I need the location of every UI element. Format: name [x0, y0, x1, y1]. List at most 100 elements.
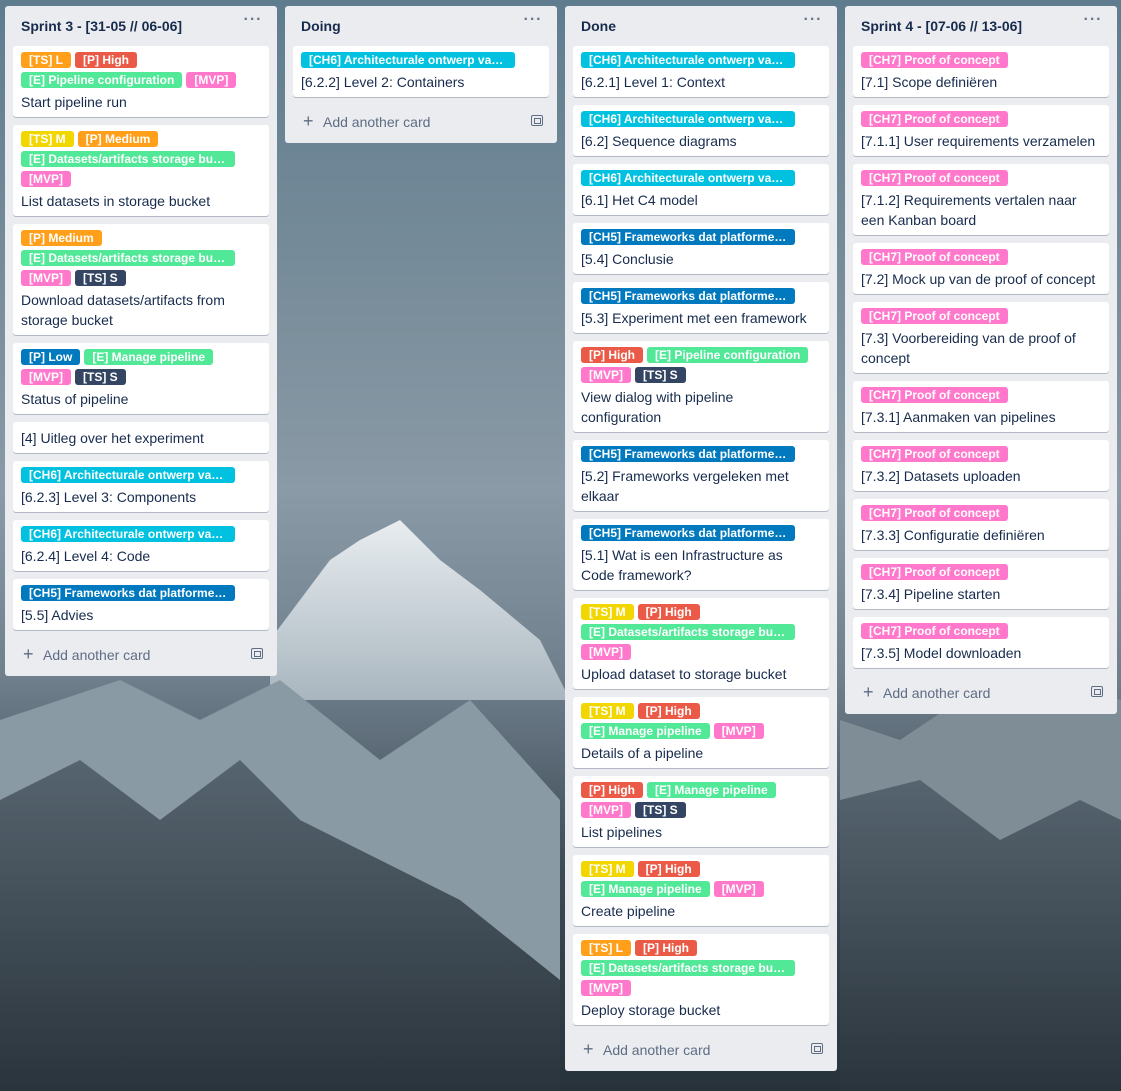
card-label[interactable]: [CH7] Proof of concept	[861, 446, 1008, 462]
card-label[interactable]: [P] High	[635, 940, 697, 956]
card[interactable]: [TS] M [P] High [E] Datasets/artifacts sto…	[573, 598, 829, 689]
card-template-icon[interactable]	[251, 648, 263, 659]
list-header[interactable]: Doing ···	[293, 6, 549, 46]
card-label[interactable]: [TS] S	[75, 270, 126, 286]
card-label[interactable]: [TS] M	[581, 703, 634, 719]
card-label[interactable]: [CH5] Frameworks dat platformen onderste…	[581, 446, 795, 462]
card-label[interactable]: [TS] M	[581, 604, 634, 620]
card-label[interactable]: [TS] S	[635, 367, 686, 383]
card-label[interactable]: [CH6] Architecturale ontwerp van het pla…	[581, 52, 795, 68]
card[interactable]: [CH6] Architecturale ontwerp van het pla…	[573, 46, 829, 97]
card-label[interactable]: [MVP]	[21, 171, 71, 187]
card-label[interactable]: [E] Datasets/artifacts storage bucket	[21, 250, 235, 266]
card[interactable]: [4] Uitleg over het experiment	[13, 422, 269, 453]
card[interactable]: [P] Medium [E] Datasets/artifacts storage…	[13, 224, 269, 335]
card-label[interactable]: [TS] M	[21, 131, 74, 147]
card-label[interactable]: [P] Medium	[21, 230, 102, 246]
card-label[interactable]: [CH6] Architecturale ontwerp van het pla…	[21, 467, 235, 483]
list-title[interactable]: Sprint 4 - [07-06 // 13-06]	[861, 18, 1022, 34]
card-label[interactable]: [CH7] Proof of concept	[861, 308, 1008, 324]
card-label[interactable]: [CH5] Frameworks dat platformen onderste…	[21, 585, 235, 601]
card-label[interactable]: [CH6] Architecturale ontwerp van het pla…	[581, 111, 795, 127]
card-label[interactable]: [MVP]	[713, 723, 764, 739]
card[interactable]: [CH7] Proof of concept [7.3] Voorbereidin…	[853, 302, 1109, 373]
card-label[interactable]: [CH6] Architecturale ontwerp van het pla…	[21, 526, 235, 542]
card-label[interactable]: [TS] L	[581, 940, 631, 956]
list-header[interactable]: Sprint 4 - [07-06 // 13-06] ···	[853, 6, 1109, 46]
card-label[interactable]: [MVP]	[581, 644, 631, 660]
card-label[interactable]: [CH6] Architecturale ontwerp van het pla…	[301, 52, 515, 68]
card-label[interactable]: [P] Medium	[77, 131, 159, 147]
card[interactable]: [CH7] Proof of concept [7.3.2] Datasets u…	[853, 440, 1109, 491]
card-template-icon[interactable]	[531, 115, 543, 126]
list-header[interactable]: Done ···	[573, 6, 829, 46]
add-card-button[interactable]: + Add another card	[853, 676, 1109, 714]
card-label[interactable]: [P] High	[581, 347, 643, 363]
card-label[interactable]: [MVP]	[713, 881, 764, 897]
card-label[interactable]: [TS] M	[581, 861, 634, 877]
card[interactable]: [CH7] Proof of concept [7.3.4] Pipeline s…	[853, 558, 1109, 609]
card[interactable]: [TS] M [P] Medium [E] Datasets/artifacts s…	[13, 125, 269, 216]
card[interactable]: [CH5] Frameworks dat platformen onderste…	[573, 282, 829, 333]
card-label[interactable]: [MVP]	[581, 802, 631, 818]
card-label[interactable]: [CH5] Frameworks dat platformen onderste…	[581, 288, 795, 304]
card-label[interactable]: [MVP]	[581, 980, 631, 996]
card[interactable]: [CH5] Frameworks dat platformen onderste…	[573, 223, 829, 274]
card-label[interactable]: [P] Low	[21, 349, 81, 365]
card-label[interactable]: [MVP]	[21, 270, 71, 286]
card-label[interactable]: [MVP]	[21, 369, 71, 385]
list-title[interactable]: Sprint 3 - [31-05 // 06-06]	[21, 18, 182, 34]
card-label[interactable]: [P] High	[637, 861, 700, 877]
card-label[interactable]: [CH6] Architecturale ontwerp van het pla…	[581, 170, 795, 186]
card[interactable]: [CH6] Architecturale ontwerp van het pla…	[573, 164, 829, 215]
card-label[interactable]: [CH7] Proof of concept	[861, 249, 1008, 265]
card[interactable]: [P] High [E] Pipeline configuration [MVP][…	[573, 341, 829, 432]
card-template-icon[interactable]	[811, 1043, 823, 1054]
add-card-button[interactable]: + Add another card	[573, 1033, 829, 1071]
card-label[interactable]: [CH7] Proof of concept	[861, 111, 1008, 127]
card-label[interactable]: [P] High	[637, 604, 700, 620]
card[interactable]: [CH6] Architecturale ontwerp van het pla…	[13, 520, 269, 571]
add-card-button[interactable]: + Add another card	[13, 638, 269, 676]
card-label[interactable]: [P] High	[581, 782, 643, 798]
card-label[interactable]: [CH7] Proof of concept	[861, 170, 1008, 186]
card[interactable]: [TS] M [P] High [E] Manage pipeline [MVP] Cr…	[573, 855, 829, 926]
card[interactable]: [CH7] Proof of concept [7.3.5] Model down…	[853, 617, 1109, 668]
card[interactable]: [TS] M [P] High [E] Manage pipeline [MVP] De…	[573, 697, 829, 768]
card-label[interactable]: [E] Pipeline configuration	[21, 72, 183, 88]
card-label[interactable]: [MVP]	[186, 72, 237, 88]
card[interactable]: [CH7] Proof of concept [7.2] Mock up van …	[853, 243, 1109, 294]
card-label[interactable]: [CH7] Proof of concept	[861, 564, 1008, 580]
card[interactable]: [CH7] Proof of concept [7.3.3] Configurat…	[853, 499, 1109, 550]
card-label[interactable]: [P] High	[637, 703, 700, 719]
card-label[interactable]: [CH5] Frameworks dat platformen onderste…	[581, 229, 795, 245]
list-header[interactable]: Sprint 3 - [31-05 // 06-06] ···	[13, 6, 269, 46]
card-label[interactable]: [CH5] Frameworks dat platformen onderste…	[581, 525, 795, 541]
more-options-icon[interactable]: ···	[243, 12, 263, 31]
card[interactable]: [P] Low [E] Manage pipeline [MVP] [TS] S Sta…	[13, 343, 269, 414]
more-options-icon[interactable]: ···	[523, 12, 543, 31]
card[interactable]: [CH5] Frameworks dat platformen onderste…	[573, 440, 829, 511]
more-options-icon[interactable]: ···	[1083, 12, 1103, 31]
card[interactable]: [P] High [E] Manage pipeline [MVP] [TS] S Li…	[573, 776, 829, 847]
card-label[interactable]: [E] Manage pipeline	[581, 881, 710, 897]
card-label[interactable]: [E] Datasets/artifacts storage bucket	[581, 624, 795, 640]
add-card-button[interactable]: + Add another card	[293, 105, 549, 143]
card[interactable]: [TS] L [P] High [E] Pipeline configuration…	[13, 46, 269, 117]
card-label[interactable]: [CH7] Proof of concept	[861, 52, 1008, 68]
card-label[interactable]: [E] Pipeline configuration	[647, 347, 809, 363]
card-label[interactable]: [CH7] Proof of concept	[861, 505, 1008, 521]
card-label[interactable]: [E] Manage pipeline	[647, 782, 776, 798]
card[interactable]: [CH5] Frameworks dat platformen onderste…	[573, 519, 829, 590]
card-label[interactable]: [TS] S	[635, 802, 686, 818]
card-template-icon[interactable]	[1091, 686, 1103, 697]
card[interactable]: [CH7] Proof of concept [7.3.1] Aanmaken v…	[853, 381, 1109, 432]
card[interactable]: [CH6] Architecturale ontwerp van het pla…	[13, 461, 269, 512]
card-label[interactable]: [TS] L	[21, 52, 71, 68]
card-label[interactable]: [CH7] Proof of concept	[861, 623, 1008, 639]
card-label[interactable]: [MVP]	[581, 367, 631, 383]
card[interactable]: [CH7] Proof of concept [7.1] Scope defini…	[853, 46, 1109, 97]
list-title[interactable]: Doing	[301, 18, 341, 34]
card-label[interactable]: [E] Manage pipeline	[581, 723, 710, 739]
card-label[interactable]: [E] Manage pipeline	[84, 349, 214, 365]
